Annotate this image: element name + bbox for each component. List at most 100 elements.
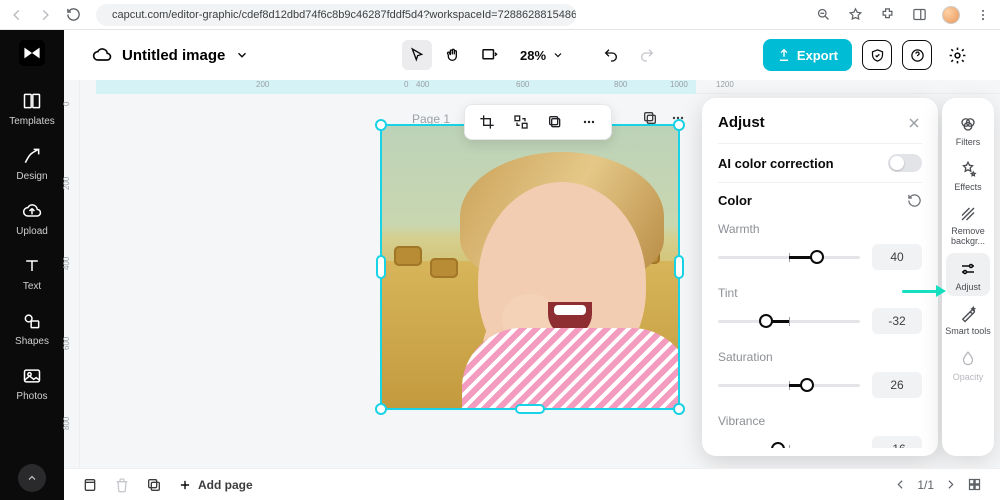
zoom-value: 28%: [520, 48, 546, 63]
replace-icon[interactable]: [511, 112, 531, 132]
nav-text[interactable]: Text: [0, 247, 64, 298]
slider-thumb[interactable]: [810, 250, 824, 264]
nav-upload[interactable]: Upload: [0, 192, 64, 243]
resize-handle-se[interactable]: [673, 403, 685, 415]
document-title: Untitled image: [122, 47, 225, 64]
ai-color-label: AI color correction: [718, 156, 834, 171]
resize-dropdown-button[interactable]: [474, 40, 504, 70]
slider-saturation: Saturation 26: [718, 340, 922, 398]
zoom-icon[interactable]: [814, 6, 832, 24]
document-title-group[interactable]: Untitled image: [92, 45, 249, 65]
cloud-sync-icon: [92, 45, 112, 65]
resize-handle-w[interactable]: [376, 255, 386, 279]
nav-templates[interactable]: Templates: [0, 82, 64, 133]
resize-handle-nw[interactable]: [375, 119, 387, 131]
app-logo-icon[interactable]: [17, 38, 47, 68]
add-page-button[interactable]: Add page: [178, 478, 253, 492]
resize-handle-s[interactable]: [515, 404, 545, 414]
nav-photos-label: Photos: [16, 391, 47, 402]
slider-track[interactable]: [718, 256, 860, 259]
chevron-down-icon: [235, 48, 249, 62]
export-button[interactable]: Export: [763, 39, 852, 71]
slider-track[interactable]: [718, 320, 860, 323]
settings-button[interactable]: [942, 40, 972, 70]
rail-smart-tools[interactable]: Smart tools: [942, 298, 994, 341]
nav-upload-label: Upload: [16, 226, 48, 237]
slider-track[interactable]: [718, 448, 860, 449]
extensions-icon[interactable]: [878, 6, 896, 24]
pages-menu-icon[interactable]: [82, 477, 98, 493]
selection-toolbar: [464, 104, 612, 140]
crop-icon[interactable]: [477, 112, 497, 132]
color-section-label: Color: [718, 193, 752, 208]
nav-forward-icon[interactable]: [36, 6, 54, 24]
rail-adjust[interactable]: Adjust: [946, 253, 990, 296]
reload-icon[interactable]: [64, 6, 82, 24]
image-content: [382, 126, 678, 408]
slider-tint: Tint -32: [718, 276, 922, 334]
close-icon[interactable]: [906, 115, 922, 131]
nav-back-icon[interactable]: [8, 6, 26, 24]
canvas-area[interactable]: 0 200 400 600 800 1000 1200 Page 1: [80, 80, 1000, 468]
slider-label: Tint: [718, 286, 922, 300]
slider-warmth: Warmth 40: [718, 212, 922, 270]
help-button[interactable]: [902, 40, 932, 70]
layers-icon[interactable]: [545, 112, 565, 132]
delete-page-icon[interactable]: [114, 477, 130, 493]
selected-image[interactable]: [380, 124, 680, 410]
rail-opacity[interactable]: Opacity: [942, 343, 994, 386]
nav-shapes-label: Shapes: [15, 336, 49, 347]
bottom-bar: Add page 1/1: [64, 468, 1000, 500]
bookmark-icon[interactable]: [846, 6, 864, 24]
rail-remove-bg[interactable]: Remove backgr...: [942, 198, 994, 251]
next-page-icon[interactable]: [944, 478, 957, 491]
undo-button[interactable]: [596, 40, 626, 70]
add-page-label: Add page: [198, 478, 253, 492]
grid-view-icon[interactable]: [967, 477, 982, 492]
slider-thumb[interactable]: [771, 442, 785, 448]
slider-label: Warmth: [718, 222, 922, 236]
slider-thumb[interactable]: [759, 314, 773, 328]
url-text: capcut.com/editor-graphic/cdef8d12dbd74f…: [112, 9, 576, 21]
select-tool-button[interactable]: [402, 40, 432, 70]
slider-label: Vibrance: [718, 414, 922, 428]
export-label: Export: [797, 48, 838, 63]
nav-shapes[interactable]: Shapes: [0, 302, 64, 353]
rail-effects[interactable]: Effects: [942, 153, 994, 196]
overflow-menu-icon[interactable]: [974, 6, 992, 24]
shield-button[interactable]: [862, 40, 892, 70]
resize-handle-sw[interactable]: [375, 403, 387, 415]
more-options-icon[interactable]: [579, 112, 599, 132]
duplicate-icon[interactable]: [146, 477, 162, 493]
slider-value[interactable]: -16: [872, 436, 922, 448]
rail-filters[interactable]: Filters: [942, 108, 994, 151]
address-bar[interactable]: capcut.com/editor-graphic/cdef8d12dbd74f…: [96, 4, 576, 26]
editor-topbar: Untitled image 28% Export: [64, 30, 1000, 80]
adjust-panel-title: Adjust: [718, 114, 765, 131]
nav-photos[interactable]: Photos: [0, 357, 64, 408]
resize-handle-e[interactable]: [674, 255, 684, 279]
slider-value[interactable]: 26: [872, 372, 922, 398]
reset-color-icon[interactable]: [907, 193, 922, 208]
slider-value[interactable]: -32: [872, 308, 922, 334]
nav-templates-label: Templates: [9, 116, 55, 127]
nav-text-label: Text: [23, 281, 41, 292]
plus-icon: [178, 478, 192, 492]
rail-collapse-button[interactable]: [18, 464, 46, 492]
slider-value[interactable]: 40: [872, 244, 922, 270]
nav-design[interactable]: Design: [0, 137, 64, 188]
hand-tool-button[interactable]: [438, 40, 468, 70]
tutorial-arrow: [902, 286, 946, 296]
resize-handle-ne[interactable]: [673, 119, 685, 131]
slider-label: Saturation: [718, 350, 922, 364]
slider-track[interactable]: [718, 384, 860, 387]
profile-avatar[interactable]: [942, 6, 960, 24]
zoom-dropdown[interactable]: 28%: [510, 48, 570, 63]
ai-color-toggle[interactable]: [888, 154, 922, 172]
page-indicator: 1/1: [917, 478, 934, 492]
nav-design-label: Design: [16, 171, 47, 182]
redo-button[interactable]: [632, 40, 662, 70]
side-panel-icon[interactable]: [910, 6, 928, 24]
prev-page-icon[interactable]: [894, 478, 907, 491]
slider-thumb[interactable]: [800, 378, 814, 392]
